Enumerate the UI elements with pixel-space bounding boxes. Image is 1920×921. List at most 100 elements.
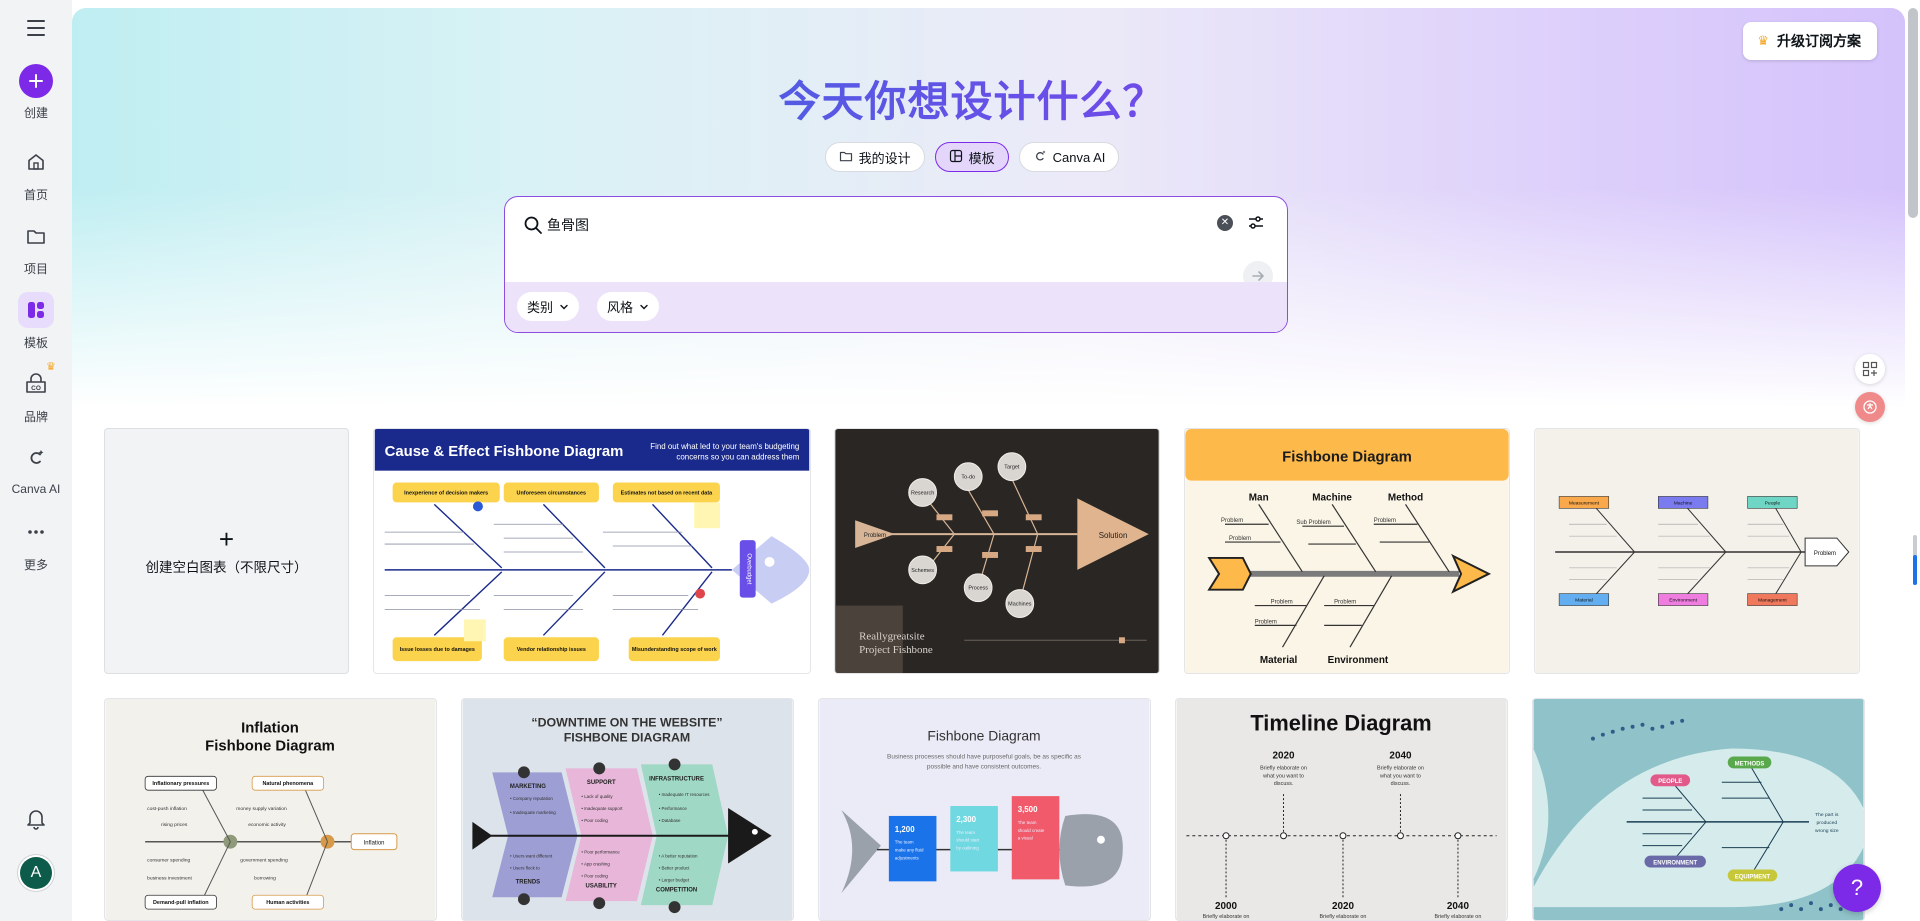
svg-text:The team: The team — [895, 840, 914, 845]
svg-text:2020: 2020 — [1332, 901, 1355, 912]
svg-text:EQUIPMENT: EQUIPMENT — [1735, 874, 1771, 880]
svg-text:Problem: Problem — [1221, 518, 1243, 524]
crown-icon: ♛ — [1757, 33, 1769, 48]
help-button[interactable]: ? — [1833, 864, 1881, 912]
rail-item-brand[interactable]: ♛ CO 品牌 — [0, 361, 72, 425]
svg-text:ENVIRONMENT: ENVIRONMENT — [1653, 861, 1697, 867]
svg-text:Material: Material — [1575, 598, 1593, 604]
svg-text:2040: 2040 — [1447, 901, 1470, 912]
svg-text:METHODS: METHODS — [1735, 761, 1765, 767]
template-card-fishbone-orange[interactable]: Fishbone Diagram Man Machine Method Mate… — [1184, 428, 1510, 674]
rail-home-label: 首页 — [23, 188, 48, 202]
svg-text:Unforeseen circumstances: Unforeseen circumstances — [517, 490, 587, 496]
svg-text:• Lack of quality: • Lack of quality — [581, 794, 613, 799]
svg-text:2040: 2040 — [1389, 750, 1412, 761]
home-icon — [18, 144, 54, 180]
template-thumbnail: Timeline Diagram 2020 2040 2000 2020 204… — [1176, 699, 1507, 920]
svg-text:People: People — [1765, 500, 1781, 506]
svg-text:Environment: Environment — [1328, 655, 1389, 666]
hamburger-menu-icon[interactable] — [22, 18, 50, 38]
svg-text:To-do: To-do — [961, 475, 975, 481]
svg-text:consumer spending: consumer spending — [147, 858, 190, 864]
rail-create-button[interactable]: 创建 — [0, 64, 72, 121]
svg-text:Schemes: Schemes — [911, 568, 934, 574]
svg-text:Management: Management — [1758, 598, 1787, 604]
tab-my-designs[interactable]: 我的设计 — [824, 142, 925, 172]
svg-text:2000: 2000 — [1215, 901, 1238, 912]
template-card-fishbone-colored-boxes[interactable]: Problem Measurement Machine People Mater… — [1534, 428, 1860, 674]
canva-ai-icon — [1033, 149, 1047, 166]
svg-text:Method: Method — [1388, 492, 1423, 503]
plus-icon — [19, 64, 53, 98]
style-dropdown[interactable]: 风格 — [597, 292, 660, 321]
svg-text:• Database: • Database — [659, 818, 681, 823]
clear-search-icon[interactable]: ✕ — [1217, 215, 1233, 231]
chevron-down-icon — [560, 304, 568, 309]
template-card-cause-effect-fishbone[interactable]: Cause & Effect Fishbone Diagram Find out… — [373, 428, 811, 674]
notification-bell-icon[interactable] — [22, 804, 50, 832]
svg-text:• Company reputation: • Company reputation — [510, 796, 553, 801]
svg-text:government spending: government spending — [240, 858, 288, 864]
svg-text:Problem: Problem — [1374, 518, 1396, 524]
rail-item-canva-ai[interactable]: Canva AI — [0, 440, 72, 496]
svg-text:• Performance: • Performance — [659, 806, 688, 811]
filter-settings-icon[interactable] — [1247, 214, 1265, 232]
svg-text:• Better product: • Better product — [659, 865, 690, 870]
svg-text:The team: The team — [956, 830, 975, 835]
tab-canva-ai[interactable]: Canva AI — [1018, 142, 1120, 172]
svg-text:Misunderstanding scope of work: Misunderstanding scope of work — [632, 647, 718, 653]
template-title: Cause & Effect Fishbone Diagram — [385, 444, 624, 460]
rail-canva-ai-label: Canva AI — [11, 482, 61, 496]
rail-item-home[interactable]: 首页 — [0, 144, 72, 203]
svg-text:• Users want different: • Users want different — [510, 854, 553, 859]
svg-text:Inflationary pressures: Inflationary pressures — [152, 781, 209, 787]
svg-text:Material: Material — [1260, 655, 1298, 666]
search-input[interactable] — [547, 211, 1187, 239]
svg-text:• Poor coding: • Poor coding — [581, 873, 608, 878]
svg-text:1,200: 1,200 — [895, 825, 915, 834]
more-dots-icon — [18, 514, 54, 550]
template-thumbnail: PEOPLE METHODS ENVIRONMENT EQUIPMENT The… — [1533, 699, 1864, 920]
svg-text:Issue losses due to damages: Issue losses due to damages — [400, 647, 475, 653]
svg-text:Project Fishbone: Project Fishbone — [859, 644, 933, 656]
svg-text:Solution: Solution — [1099, 531, 1128, 540]
svg-text:• Larger budget: • Larger budget — [659, 877, 690, 882]
tab-my-designs-label: 我的设计 — [858, 150, 911, 166]
svg-text:TRENDS: TRENDS — [516, 879, 540, 885]
rail-item-more[interactable]: 更多 — [0, 514, 72, 573]
apps-grid-icon[interactable] — [1855, 354, 1885, 384]
svg-text:Environment: Environment — [1669, 598, 1697, 604]
svg-text:• Inadequate IT resources: • Inadequate IT resources — [659, 792, 711, 797]
svg-text:what you want to: what you want to — [1379, 773, 1421, 779]
svg-text:Inflation: Inflation — [364, 841, 385, 847]
rail-create-label: 创建 — [23, 106, 48, 120]
svg-text:Inexperience of decision maker: Inexperience of decision makers — [404, 490, 488, 496]
svg-text:3,500: 3,500 — [1018, 805, 1038, 814]
template-thumbnail: Inflation Fishbone Diagram Inflation Inf… — [105, 699, 436, 920]
avatar[interactable]: A — [20, 857, 52, 889]
zoom-slider[interactable] — [1913, 535, 1917, 585]
category-dropdown[interactable]: 类别 — [517, 292, 580, 321]
svg-text:money supply variation: money supply variation — [236, 806, 287, 812]
svg-text:Human activities: Human activities — [266, 900, 309, 906]
template-card-inflation-fishbone[interactable]: Inflation Fishbone Diagram Inflation Inf… — [104, 698, 437, 921]
tab-templates[interactable]: 模板 — [934, 142, 1009, 172]
svg-text:• Inadequate marketing: • Inadequate marketing — [510, 810, 556, 815]
template-card-downtime-website-fishbone[interactable]: “DOWNTIME ON THE WEBSITE” FISHBONE DIAGR… — [461, 698, 794, 921]
svg-text:cost-push inflation: cost-push inflation — [147, 806, 187, 812]
translate-icon[interactable] — [1855, 392, 1885, 422]
upgrade-plan-button[interactable]: ♛ 升级订阅方案 — [1743, 22, 1877, 60]
svg-text:PEOPLE: PEOPLE — [1658, 779, 1682, 785]
template-card-fishbone-business-process[interactable]: Fishbone Diagram Business processes shou… — [818, 698, 1151, 921]
page-scrollbar[interactable] — [1908, 8, 1918, 218]
template-card-timeline-diagram[interactable]: Timeline Diagram 2020 2040 2000 2020 204… — [1175, 698, 1508, 921]
create-blank-diagram-card[interactable]: + 创建空白图表（不限尺寸） — [104, 428, 349, 674]
template-card-dark-project-fishbone[interactable]: Solution Problem Research To-do Target S… — [834, 428, 1160, 674]
category-dropdown-label: 类别 — [527, 300, 554, 315]
template-card-fish-shape-fishbone[interactable]: PEOPLE METHODS ENVIRONMENT EQUIPMENT The… — [1532, 698, 1865, 921]
svg-text:rising prices: rising prices — [161, 822, 188, 828]
rail-item-projects[interactable]: 项目 — [0, 218, 72, 277]
rail-item-templates[interactable]: 模板 — [0, 292, 72, 351]
svg-text:Process: Process — [968, 586, 988, 592]
svg-text:Problem: Problem — [1229, 536, 1251, 542]
